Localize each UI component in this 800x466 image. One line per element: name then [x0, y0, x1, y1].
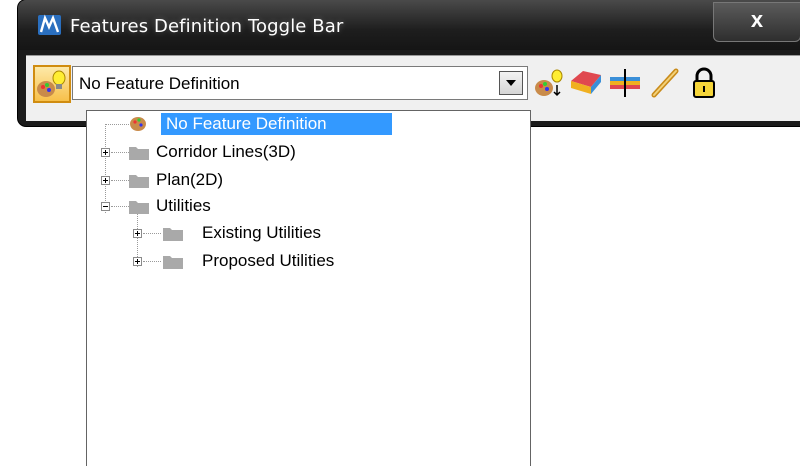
close-button[interactable]: x: [713, 2, 800, 42]
tree-item-plan[interactable]: Plan(2D): [129, 169, 429, 191]
toggle-bar-window: Features Definition Toggle Bar x No Feat…: [18, 0, 800, 126]
feature-toggle-button[interactable]: [33, 65, 71, 103]
app-icon: [38, 14, 61, 35]
tree-item-label: Utilities: [156, 196, 211, 215]
expand-icon[interactable]: [133, 229, 142, 238]
surface-icon[interactable]: [569, 67, 603, 99]
tree-item-label: Plan(2D): [156, 170, 224, 189]
folder-icon: [163, 228, 183, 241]
expand-icon[interactable]: [133, 257, 142, 266]
window-title: Features Definition Toggle Bar: [70, 16, 344, 37]
tree-item-label: Corridor Lines(3D): [156, 142, 296, 161]
feature-toggle-icon: [37, 70, 66, 97]
tree-line: [105, 124, 106, 213]
title-bar[interactable]: Features Definition Toggle Bar x: [18, 0, 800, 50]
tree-item-no-feature-definition[interactable]: No Feature Definition: [129, 113, 459, 135]
feature-definition-combo[interactable]: No Feature Definition: [72, 66, 528, 100]
expand-icon[interactable]: [101, 176, 110, 185]
feature-tree-dropdown[interactable]: No Feature Definition Corridor Lines(3D)…: [86, 110, 531, 466]
palette-icon: [130, 117, 146, 131]
collapse-icon[interactable]: [101, 202, 110, 211]
tree-item-label: Proposed Utilities: [202, 251, 335, 270]
folder-icon: [129, 201, 149, 214]
chevron-down-icon[interactable]: [499, 71, 523, 95]
folder-icon: [129, 147, 149, 160]
tree-line: [105, 124, 129, 125]
tree-line: [143, 233, 161, 234]
folder-icon: [163, 256, 183, 269]
tree-item-utilities[interactable]: Utilities: [129, 195, 429, 217]
combo-value: No Feature Definition: [79, 74, 240, 93]
tree-line: [111, 206, 129, 207]
profile-icon[interactable]: [608, 67, 642, 99]
tree-line: [111, 180, 129, 181]
tree-item-label: No Feature Definition: [166, 114, 327, 133]
tree-line: [111, 152, 129, 153]
tree-line: [143, 261, 161, 262]
tree-item-corridor-lines[interactable]: Corridor Lines(3D): [129, 141, 429, 163]
feature-edit-icon[interactable]: [533, 67, 567, 99]
tree-item-label: Existing Utilities: [202, 223, 322, 242]
link-icon[interactable]: [648, 67, 682, 99]
folder-icon: [129, 175, 149, 188]
tree-item-proposed-utilities[interactable]: Proposed Utilities: [163, 250, 463, 272]
expand-icon[interactable]: [101, 148, 110, 157]
lock-icon[interactable]: [687, 67, 721, 99]
tree-item-existing-utilities[interactable]: Existing Utilities: [163, 222, 463, 244]
